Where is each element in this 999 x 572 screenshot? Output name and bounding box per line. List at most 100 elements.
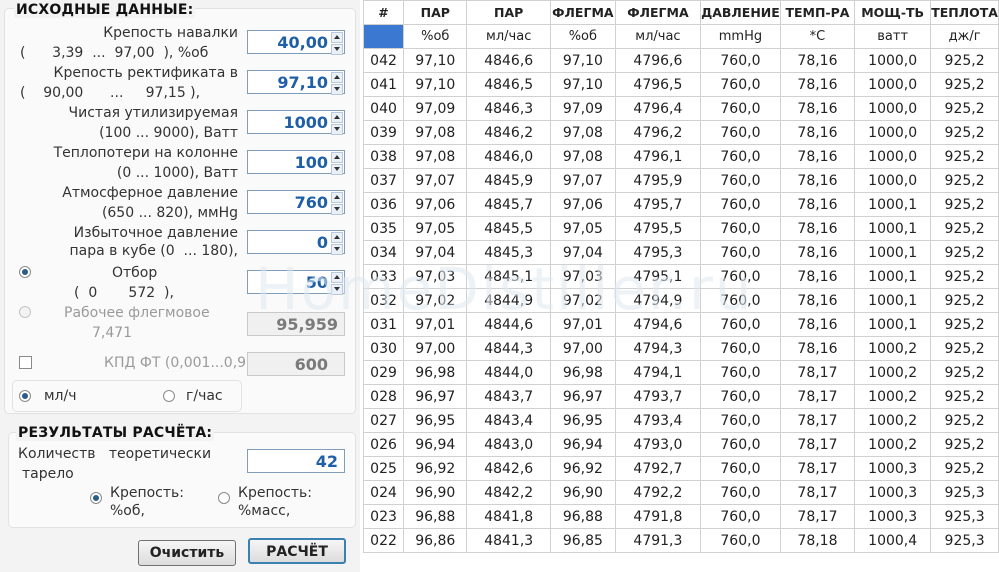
table-row[interactable]: 022 96,86 4841,3 96,85 4791,3 760,0 78,18 1000,… xyxy=(363,528,999,553)
cell-vapor-flow: 4844,6 xyxy=(466,312,551,337)
cell-power: 1000,1 xyxy=(854,240,932,265)
col-header-temperature[interactable]: ТЕМП-РА xyxy=(779,0,856,25)
cell-vapor-flow: 4844,9 xyxy=(466,288,551,313)
plates-label-cont: тарело xyxy=(22,466,74,482)
spin-down-icon[interactable] xyxy=(331,284,343,295)
power-value: 1000 xyxy=(283,113,328,132)
table-row[interactable]: 026 96,94 4843,0 96,94 4793,0 760,0 78,17 1000,… xyxy=(363,432,999,457)
cell-reflux-strength: 96,94 xyxy=(549,432,616,457)
spin-down-icon[interactable] xyxy=(331,124,343,135)
col-header-pressure[interactable]: ДАВЛЕНИЕ xyxy=(700,0,781,25)
cell-vapor-strength: 97,10 xyxy=(403,72,468,97)
spin-down-icon[interactable] xyxy=(331,204,343,215)
cell-power: 1000,2 xyxy=(854,432,932,457)
table-row[interactable]: 028 96,97 4843,7 96,97 4793,7 760,0 78,17 1000,… xyxy=(363,384,999,409)
col-header-vapor-flow[interactable]: ПАР xyxy=(466,0,551,25)
spin-up-icon[interactable] xyxy=(331,72,343,83)
reflux-value: 95,959 xyxy=(276,315,338,334)
heat-loss-input[interactable]: 100 xyxy=(247,150,345,175)
spin-up-icon[interactable] xyxy=(331,112,343,123)
spin-up-icon[interactable] xyxy=(331,32,343,43)
spin-up-icon[interactable] xyxy=(331,152,343,163)
spin-up-icon[interactable] xyxy=(331,192,343,203)
cell-temperature: 78,16 xyxy=(779,48,856,73)
atm-pressure-input[interactable]: 760 xyxy=(247,190,345,215)
table-row[interactable]: 035 97,05 4845,5 97,05 4795,5 760,0 78,16 1000,… xyxy=(363,216,999,241)
cell-index: 041 xyxy=(363,72,405,97)
table-row[interactable]: 024 96,90 4842,2 96,90 4792,2 760,0 78,17 1000,… xyxy=(363,480,999,505)
field-atm-pressure-range: (650 ... 820), ммHg xyxy=(101,205,238,221)
mode-reflux-radio[interactable] xyxy=(19,306,31,318)
takeoff-input[interactable]: 50 xyxy=(247,270,345,295)
results-table-container[interactable]: # ПАР ПАР ФЛЕГМА ФЛЕГМА ДАВЛЕНИЕ ТЕМП-РА… xyxy=(363,0,999,572)
table-row[interactable]: 025 96,92 4842,6 96,92 4792,7 760,0 78,17 1000,… xyxy=(363,456,999,481)
unit-ml-radio[interactable] xyxy=(19,390,31,402)
spin-down-icon[interactable] xyxy=(331,44,343,55)
col-header-reflux-flow[interactable]: ФЛЕГМА xyxy=(614,0,702,25)
cell-vapor-strength: 96,94 xyxy=(403,432,468,457)
cell-pressure: 760,0 xyxy=(700,96,781,121)
col-header-vapor-strength[interactable]: ПАР xyxy=(403,0,468,25)
cell-reflux-flow: 4794,3 xyxy=(614,336,702,361)
strength-charge-input[interactable]: 40,00 xyxy=(247,30,345,55)
col-header-heat[interactable]: ТЕПЛОТА xyxy=(930,0,999,25)
cell-reflux-flow: 4796,6 xyxy=(614,48,702,73)
spin-up-icon[interactable] xyxy=(331,272,343,283)
col-header-index[interactable]: # xyxy=(363,0,405,25)
excess-pressure-input[interactable]: 0 xyxy=(247,230,345,255)
cell-index: 026 xyxy=(363,432,405,457)
table-row[interactable]: 027 96,95 4843,4 96,95 4793,4 760,0 78,17 1000,… xyxy=(363,408,999,433)
cell-temperature: 78,17 xyxy=(779,432,856,457)
unit-g-radio[interactable] xyxy=(163,390,175,402)
spin-up-icon[interactable] xyxy=(331,232,343,243)
table-row[interactable]: 041 97,10 4846,5 97,10 4796,5 760,0 78,16 1000,… xyxy=(363,72,999,97)
table-row[interactable]: 032 97,02 4844,9 97,02 4794,9 760,0 78,16 1000,… xyxy=(363,288,999,313)
cell-heat: 925,3 xyxy=(930,480,999,505)
cell-reflux-flow: 4796,2 xyxy=(614,120,702,145)
table-row[interactable]: 034 97,04 4845,3 97,04 4795,3 760,0 78,16 1000,… xyxy=(363,240,999,265)
mode-takeoff-radio[interactable] xyxy=(19,266,31,278)
table-row[interactable]: 023 96,88 4841,8 96,88 4791,8 760,0 78,17 1000,… xyxy=(363,504,999,529)
spin-down-icon[interactable] xyxy=(331,244,343,255)
cell-pressure: 760,0 xyxy=(700,432,781,457)
table-row[interactable]: 038 97,08 4846,0 97,08 4796,1 760,0 78,16 1000,… xyxy=(363,144,999,169)
col-header-power[interactable]: МОЩ-ТЬ xyxy=(854,0,932,25)
cell-vapor-flow: 4842,6 xyxy=(466,456,551,481)
cell-vapor-flow: 4843,7 xyxy=(466,384,551,409)
cell-vapor-strength: 97,01 xyxy=(403,312,468,337)
table-row[interactable]: 040 97,09 4846,3 97,09 4796,4 760,0 78,16 1000,… xyxy=(363,96,999,121)
table-row[interactable]: 031 97,01 4844,6 97,01 4794,6 760,0 78,16 1000,… xyxy=(363,312,999,337)
selected-corner-cell[interactable] xyxy=(363,24,405,49)
strength-mass-radio[interactable] xyxy=(218,492,230,504)
table-row[interactable]: 036 97,06 4845,7 97,06 4795,7 760,0 78,16 1000,… xyxy=(363,192,999,217)
cell-index: 038 xyxy=(363,144,405,169)
cell-index: 033 xyxy=(363,264,405,289)
cell-vapor-flow: 4845,1 xyxy=(466,264,551,289)
strength-rectificate-input[interactable]: 97,10 xyxy=(247,70,345,95)
table-row[interactable]: 029 96,98 4844,0 96,98 4794,1 760,0 78,17 1000,… xyxy=(363,360,999,385)
cell-temperature: 78,17 xyxy=(779,504,856,529)
table-row[interactable]: 039 97,08 4846,2 97,08 4796,2 760,0 78,16 1000,… xyxy=(363,120,999,145)
cell-reflux-flow: 4791,3 xyxy=(614,528,702,553)
spin-down-icon[interactable] xyxy=(331,164,343,175)
spin-down-icon[interactable] xyxy=(331,84,343,95)
power-input[interactable]: 1000 xyxy=(247,110,345,135)
table-row[interactable]: 033 97,03 4845,1 97,03 4795,1 760,0 78,16 1000,… xyxy=(363,264,999,289)
unit-reflux-flow: мл/час xyxy=(614,24,702,49)
strength-vol-radio[interactable] xyxy=(90,492,102,504)
table-row[interactable]: 042 97,10 4846,6 97,10 4796,6 760,0 78,16 1000,… xyxy=(363,48,999,73)
cell-reflux-flow: 4795,5 xyxy=(614,216,702,241)
col-header-reflux-strength[interactable]: ФЛЕГМА xyxy=(549,0,616,25)
table-row[interactable]: 037 97,07 4845,9 97,07 4795,9 760,0 78,16 1000,… xyxy=(363,168,999,193)
cell-index: 034 xyxy=(363,240,405,265)
reflux-input: 95,959 xyxy=(247,312,345,336)
cell-heat: 925,2 xyxy=(930,96,999,121)
table-row[interactable]: 030 97,00 4844,3 97,00 4794,3 760,0 78,16 1000,… xyxy=(363,336,999,361)
efficiency-checkbox[interactable] xyxy=(19,356,32,369)
cell-vapor-flow: 4841,8 xyxy=(466,504,551,529)
clear-button[interactable]: Очистить xyxy=(138,540,236,566)
cell-vapor-strength: 97,07 xyxy=(403,168,468,193)
strength-mass-unit: %масс, xyxy=(238,503,291,519)
cell-vapor-strength: 97,04 xyxy=(403,240,468,265)
calc-button[interactable]: РАСЧЁТ xyxy=(248,538,346,564)
